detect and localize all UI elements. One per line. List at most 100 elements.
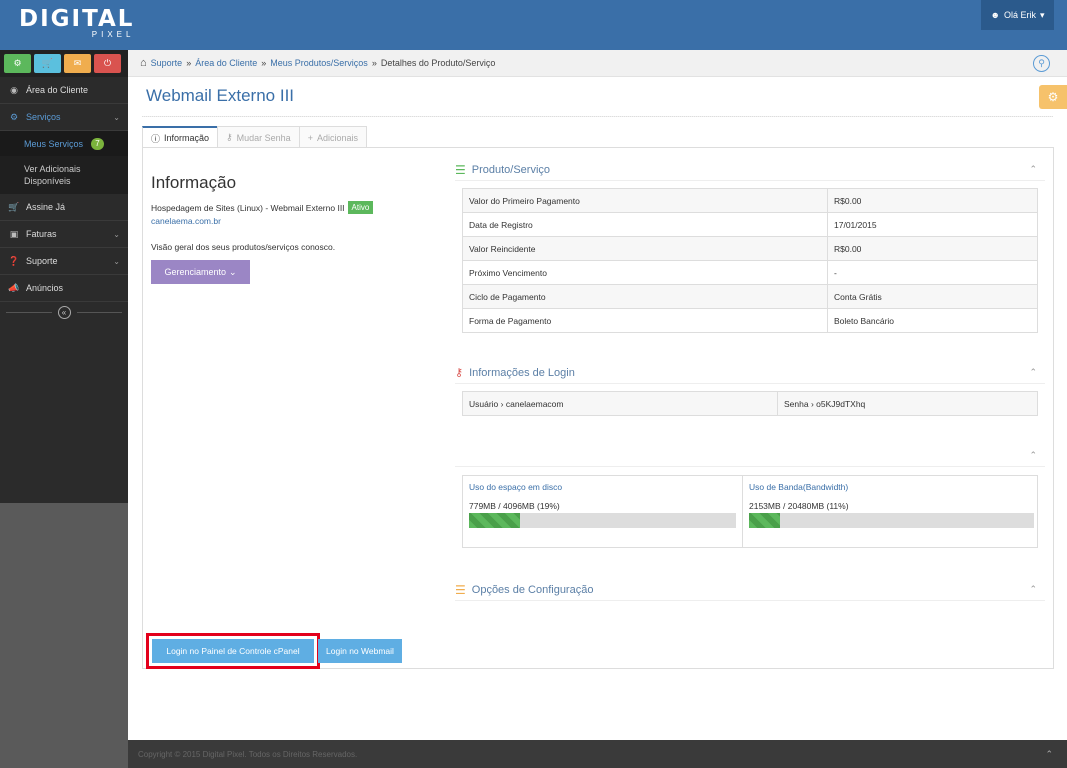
sidebar-item-order[interactable]: 🛒 Assine Já <box>0 194 128 221</box>
sidebar-item-label: Ver Adicionais Disponíveis <box>24 164 81 186</box>
bandwidth-usage: Uso de Banda(Bandwidth) 2153MB / 20480MB… <box>743 476 1040 547</box>
webmail-login-button[interactable]: Login no Webmail <box>318 639 402 663</box>
usage-value: 2153MB / 20480MB (11%) <box>749 501 849 511</box>
breadcrumb-link-client-area[interactable]: Área do Cliente <box>195 58 257 68</box>
progress-bar <box>469 513 736 528</box>
sidebar-item-label: Anúncios <box>26 283 64 293</box>
password-cell: Senha › o5KJ9dTXhq <box>777 391 1038 416</box>
page-title: Webmail Externo III <box>146 86 295 105</box>
sidebar-item-label: Meus Serviços <box>24 138 84 149</box>
table-row: Valor do Primeiro Pagamento R$0.00 <box>462 188 1038 213</box>
chevron-up-icon[interactable]: ⌃ <box>1029 584 1037 595</box>
login-section: ⚷ Informações de Login ⌃ Usuário › canel… <box>455 362 1045 416</box>
chevron-up-icon[interactable]: ⌃ <box>1029 367 1037 378</box>
cell-value: - <box>827 260 1038 285</box>
cell-label: Valor do Primeiro Pagamento <box>462 188 828 213</box>
sidebar-item-my-services[interactable]: Meus Serviços 7 <box>0 131 128 156</box>
config-section: ☰ Opções de Configuração ⌃ <box>455 579 1045 601</box>
usage-label: Uso do espaço em disco <box>469 482 563 492</box>
tab-label: Adicionais <box>316 132 358 143</box>
sidebar-item-client-area[interactable]: ◉ Área do Cliente <box>0 77 128 104</box>
footer: Copyright © 2015 Digital Pixel. Todos os… <box>128 740 1067 768</box>
breadcrumb: ⌂ Suporte » Área do Cliente » Meus Produ… <box>128 50 1067 77</box>
chevron-up-icon[interactable]: ⌃ <box>1029 164 1037 175</box>
cell-value: 17/01/2015 <box>827 212 1038 237</box>
sidebar-item-support[interactable]: ❓ Suporte ⌄ <box>0 248 128 275</box>
disk-usage: Uso do espaço em disco 779MB / 4096MB (1… <box>463 476 743 547</box>
cell-label: Forma de Pagamento <box>462 308 828 333</box>
sidebar-item-label: Faturas <box>26 229 57 239</box>
search-icon[interactable]: ⚲ <box>1033 55 1050 72</box>
plus-icon: + <box>307 132 313 143</box>
sidebar-filler <box>0 503 128 768</box>
manage-label: Gerenciamento <box>164 267 226 277</box>
main-content: ⌂ Suporte » Área do Cliente » Meus Produ… <box>128 50 1067 740</box>
copyright: Copyright © 2015 Digital Pixel. Todos os… <box>138 749 358 759</box>
collapse-icon[interactable]: « <box>57 305 71 319</box>
sidebar-item-label: Suporte <box>26 256 58 266</box>
list-icon: ☰ <box>455 582 466 597</box>
domain-link[interactable]: canelaema.com.br <box>151 216 221 226</box>
breadcrumb-sep: » <box>371 58 377 68</box>
tab-addons[interactable]: + Adicionais <box>298 126 367 148</box>
cell-value: Conta Grátis <box>827 284 1038 309</box>
user-label: Olá Erik <box>1003 10 1036 20</box>
gears-icon: ⚙ <box>9 111 19 122</box>
section-header: ⚷ Informações de Login ⌃ <box>455 362 1045 384</box>
section-header: ☰ Opções de Configuração ⌃ <box>455 579 1045 601</box>
sidebar-item-label: Assine Já <box>26 202 66 212</box>
key-icon: ⚷ <box>455 367 464 379</box>
dashboard-icon: ◉ <box>10 84 18 95</box>
sidebar-item-services[interactable]: ⚙ Serviços ⌄ <box>0 104 128 131</box>
sidebar-item-addons[interactable]: Ver Adicionais Disponíveis <box>0 156 128 194</box>
table-row: Usuário › canelaemacom Senha › o5KJ9dTXh… <box>462 391 1038 416</box>
gears-icon[interactable]: ⚙ <box>4 54 31 73</box>
info-heading: Informação <box>151 173 237 192</box>
section-title: Opções de Configuração <box>471 583 594 596</box>
chevron-down-icon: ⌄ <box>113 229 120 239</box>
chevron-up-icon[interactable]: ⌃ <box>1029 450 1037 461</box>
logo-line-2: PIXEL <box>91 30 135 39</box>
manage-dropdown-button[interactable]: Gerenciamento ⌄ <box>151 260 250 284</box>
section-title: Produto/Serviço <box>471 163 551 176</box>
user-menu[interactable]: ☻ Olá Erik ▾ <box>981 0 1054 30</box>
home-icon[interactable]: ⌂ <box>140 57 147 69</box>
logo[interactable]: DIGITAL PIXEL <box>19 6 134 39</box>
sidebar-item-label: Área do Cliente <box>26 85 89 95</box>
cpanel-login-button[interactable]: Login no Painel de Controle cPanel <box>146 633 320 669</box>
section-header: ⌃ <box>455 445 1045 467</box>
caret-down-icon: ▾ <box>1039 9 1045 20</box>
gears-icon[interactable]: ⚙ <box>1039 85 1067 109</box>
status-badge: Ativo <box>347 201 374 214</box>
cell-label: Ciclo de Pagamento <box>462 284 828 309</box>
breadcrumb-link-products[interactable]: Meus Produtos/Serviços <box>270 58 368 68</box>
back-to-top-icon[interactable]: ⌃ <box>1045 749 1053 760</box>
progress-fill <box>749 513 781 528</box>
product-name: Hospedagem de Sites (Linux) - Webmail Ex… <box>151 202 345 213</box>
chevron-down-icon: ⌄ <box>113 256 120 266</box>
cart-icon[interactable]: 🛒 <box>34 54 61 73</box>
sidebar-item-announcements[interactable]: 📣 Anúncios <box>0 275 128 302</box>
key-icon: ⚷ <box>226 132 233 142</box>
cell-value: R$0.00 <box>827 236 1038 261</box>
overview-text: Visão geral dos seus produtos/serviços c… <box>151 242 336 252</box>
sidebar-item-label: Serviços <box>26 112 61 122</box>
cell-label: Próximo Vencimento <box>462 260 828 285</box>
tab-change-password[interactable]: ⚷ Mudar Senha <box>217 126 300 148</box>
count-badge: 7 <box>91 137 104 150</box>
usage-label: Uso de Banda(Bandwidth) <box>749 482 849 492</box>
sidebar-item-invoices[interactable]: ▣ Faturas ⌄ <box>0 221 128 248</box>
table-row: Ciclo de Pagamento Conta Grátis <box>462 284 1038 309</box>
power-icon[interactable]: ⏻ <box>94 54 121 73</box>
usage-panel: Uso do espaço em disco 779MB / 4096MB (1… <box>462 475 1038 548</box>
divider <box>6 311 52 313</box>
username-cell: Usuário › canelaemacom <box>462 391 778 416</box>
quick-actions: ⚙ 🛒 ✉ ⏻ <box>0 50 128 77</box>
breadcrumb-link-support[interactable]: Suporte <box>151 58 183 68</box>
breadcrumb-current: Detalhes do Produto/Serviço <box>380 58 496 68</box>
comments-icon[interactable]: ✉ <box>64 54 91 73</box>
tab-label: Informação <box>164 133 210 143</box>
tab-bar: ⓘ Informação ⚷ Mudar Senha + Adicionais <box>142 126 367 148</box>
tab-information[interactable]: ⓘ Informação <box>142 126 219 148</box>
cell-value: R$0.00 <box>827 188 1038 213</box>
